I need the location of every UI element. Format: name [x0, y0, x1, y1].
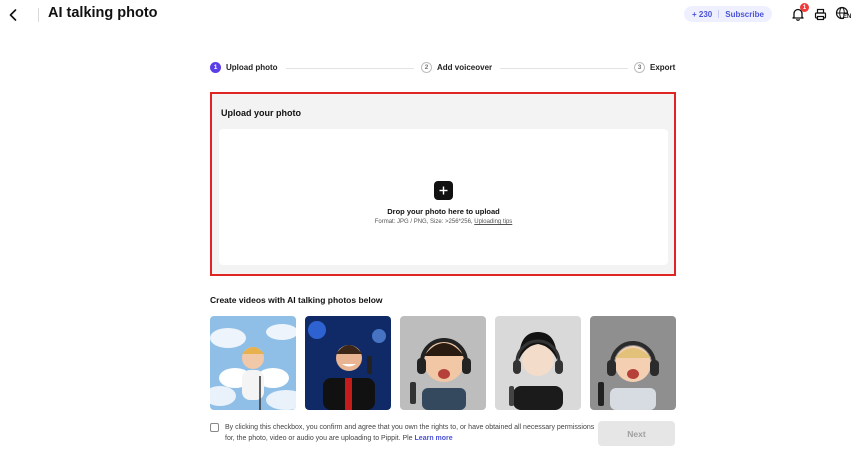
consent-text: By clicking this checkbox, you confirm a… [225, 422, 595, 444]
step-label: Add voiceover [437, 63, 493, 72]
anime-man-with-headphones-photo-icon[interactable] [495, 316, 581, 410]
step-number: 3 [634, 62, 645, 73]
format-requirements: Format: JPG / PNG, Size: >256*256, Uploa… [219, 219, 668, 225]
singer-with-microphone-photo-icon[interactable] [305, 316, 391, 410]
back-arrow-icon[interactable] [6, 6, 20, 24]
step-upload-photo: 1 Upload photo [210, 62, 278, 73]
header-divider [38, 8, 39, 22]
printer-icon[interactable] [812, 6, 828, 22]
page-title: AI talking photo [48, 5, 158, 21]
step-connector [500, 68, 628, 69]
baby-with-headphones-photo-icon[interactable] [400, 316, 486, 410]
toddler-with-headphones-photo-icon[interactable] [590, 316, 676, 410]
language-code: EN [843, 14, 852, 20]
upload-photo-panel: Upload your photo Drop your photo here t… [210, 92, 676, 276]
angel-baby-photo-icon[interactable] [210, 316, 296, 410]
subscribe-button[interactable]: Subscribe [725, 10, 764, 19]
language-globe-icon[interactable]: EN [834, 6, 854, 22]
learn-more-link[interactable]: Learn more [415, 435, 453, 442]
upload-title: Upload your photo [221, 108, 301, 118]
step-number: 1 [210, 62, 221, 73]
notification-bell-icon[interactable]: 1 [790, 3, 809, 22]
consent-statement: By clicking this checkbox, you confirm a… [225, 424, 595, 442]
uploading-tips-link[interactable]: Uploading tips [474, 219, 512, 225]
credits-subscribe-pill[interactable]: + 230 Subscribe [684, 6, 772, 22]
drop-instructions: Drop your photo here to upload [387, 207, 500, 216]
progress-stepper: 1 Upload photo 2 Add voiceover 3 Export [210, 62, 676, 76]
samples-heading: Create videos with AI talking photos bel… [210, 295, 383, 305]
top-bar: AI talking photo + 230 Subscribe 1 EN [0, 0, 857, 30]
format-text: Format: JPG / PNG, Size: >256*256, [374, 219, 473, 225]
step-export: 3 Export [634, 62, 675, 73]
credits-count[interactable]: + 230 [692, 10, 712, 19]
photo-dropzone[interactable]: Drop your photo here to upload Format: J… [219, 129, 668, 265]
consent-checkbox[interactable] [210, 423, 219, 432]
step-label: Upload photo [226, 63, 278, 72]
plus-icon[interactable] [434, 181, 453, 200]
next-button[interactable]: Next [598, 421, 675, 446]
step-number: 2 [421, 62, 432, 73]
notification-badge: 1 [800, 3, 809, 12]
step-label: Export [650, 63, 676, 72]
step-add-voiceover: 2 Add voiceover [421, 62, 492, 73]
step-connector [286, 68, 414, 69]
credits-divider [718, 10, 720, 18]
